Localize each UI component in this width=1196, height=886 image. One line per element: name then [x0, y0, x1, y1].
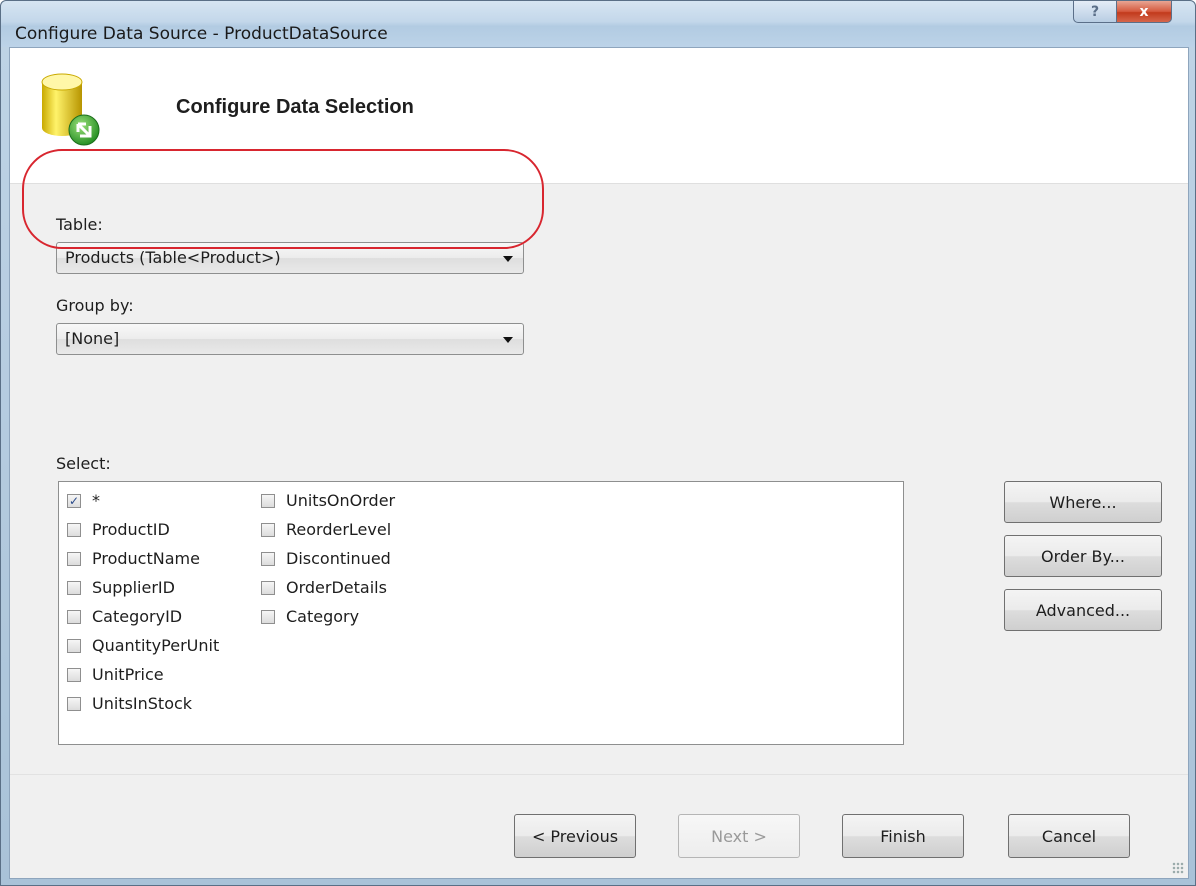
column-list-right: UnitsOnOrder ReorderLevel Discontinued O…	[261, 486, 395, 631]
list-item[interactable]: UnitsInStock	[67, 689, 219, 718]
dialog-window: Configure Data Source - ProductDataSourc…	[0, 0, 1196, 886]
order-by-button[interactable]: Order By...	[1004, 535, 1162, 577]
footer-divider	[10, 774, 1188, 775]
list-item-label: Category	[286, 607, 360, 626]
list-item[interactable]: SupplierID	[67, 573, 219, 602]
list-item[interactable]: ProductID	[67, 515, 219, 544]
list-item[interactable]: Discontinued	[261, 544, 395, 573]
list-item-label: QuantityPerUnit	[92, 636, 220, 655]
list-item-label: UnitsOnOrder	[286, 491, 396, 510]
checkbox[interactable]	[67, 609, 81, 624]
table-label: Table:	[56, 215, 103, 234]
checkbox[interactable]	[261, 522, 275, 537]
list-item[interactable]: UnitPrice	[67, 660, 219, 689]
select-label: Select:	[56, 454, 111, 473]
checkbox[interactable]	[261, 580, 275, 595]
checkbox[interactable]	[67, 667, 81, 682]
resize-grip[interactable]	[1172, 862, 1184, 874]
close-icon: x	[1139, 3, 1149, 20]
select-columns-list[interactable]: ✓ * ProductID ProductName SupplierID Cate…	[58, 481, 904, 745]
help-button[interactable]: ?	[1073, 1, 1117, 23]
title-bar[interactable]: Configure Data Source - ProductDataSourc…	[1, 1, 1195, 47]
list-item-label: ReorderLevel	[286, 520, 392, 539]
list-item-label: CategoryID	[92, 607, 183, 626]
close-button[interactable]: x	[1116, 1, 1172, 23]
checkbox[interactable]	[67, 638, 81, 653]
checkbox[interactable]: ✓	[67, 493, 81, 508]
list-item-label: *	[92, 491, 100, 510]
list-item[interactable]: ReorderLevel	[261, 515, 395, 544]
cancel-button[interactable]: Cancel	[1008, 814, 1130, 858]
list-item-label: SupplierID	[92, 578, 175, 597]
list-item[interactable]: OrderDetails	[261, 573, 395, 602]
list-item-label: Discontinued	[286, 549, 391, 568]
list-item[interactable]: Category	[261, 602, 395, 631]
previous-button[interactable]: < Previous	[514, 814, 636, 858]
list-item-label: UnitPrice	[92, 665, 164, 684]
checkbox[interactable]	[261, 551, 275, 566]
group-by-select-value: [None]	[65, 329, 120, 348]
checkbox[interactable]	[261, 609, 275, 624]
finish-button[interactable]: Finish	[842, 814, 964, 858]
checkbox[interactable]	[67, 580, 81, 595]
table-select-value: Products (Table<Product>)	[65, 248, 281, 267]
list-item-label: UnitsInStock	[92, 694, 193, 713]
chevron-down-icon	[503, 256, 513, 262]
next-button[interactable]: Next >	[678, 814, 800, 858]
table-select[interactable]: Products (Table<Product>)	[56, 242, 524, 274]
advanced-button[interactable]: Advanced...	[1004, 589, 1162, 631]
list-item[interactable]: ✓ *	[67, 486, 219, 515]
checkbox[interactable]	[261, 493, 275, 508]
chevron-down-icon	[503, 337, 513, 343]
database-icon	[41, 73, 100, 146]
list-item-label: OrderDetails	[286, 578, 387, 597]
header-title: Configure Data Selection	[176, 96, 414, 118]
list-item[interactable]: UnitsOnOrder	[261, 486, 395, 515]
list-item-label: ProductID	[92, 520, 170, 539]
window-title: Configure Data Source - ProductDataSourc…	[15, 24, 388, 44]
checkbox[interactable]	[67, 522, 81, 537]
checkbox[interactable]	[67, 551, 81, 566]
help-icon: ?	[1090, 3, 1100, 20]
list-item[interactable]: CategoryID	[67, 602, 219, 631]
group-by-select[interactable]: [None]	[56, 323, 524, 355]
checkbox[interactable]	[67, 696, 81, 711]
list-item[interactable]: QuantityPerUnit	[67, 631, 219, 660]
wizard-header: Configure Data Selection	[10, 48, 1188, 184]
group-by-label: Group by:	[56, 296, 134, 315]
column-list-left: ✓ * ProductID ProductName SupplierID Cate…	[67, 486, 219, 718]
list-item-label: ProductName	[92, 549, 200, 568]
dialog-client-area: Configure Data Selection Table: Products…	[9, 47, 1189, 879]
list-item[interactable]: ProductName	[67, 544, 219, 573]
where-button[interactable]: Where...	[1004, 481, 1162, 523]
